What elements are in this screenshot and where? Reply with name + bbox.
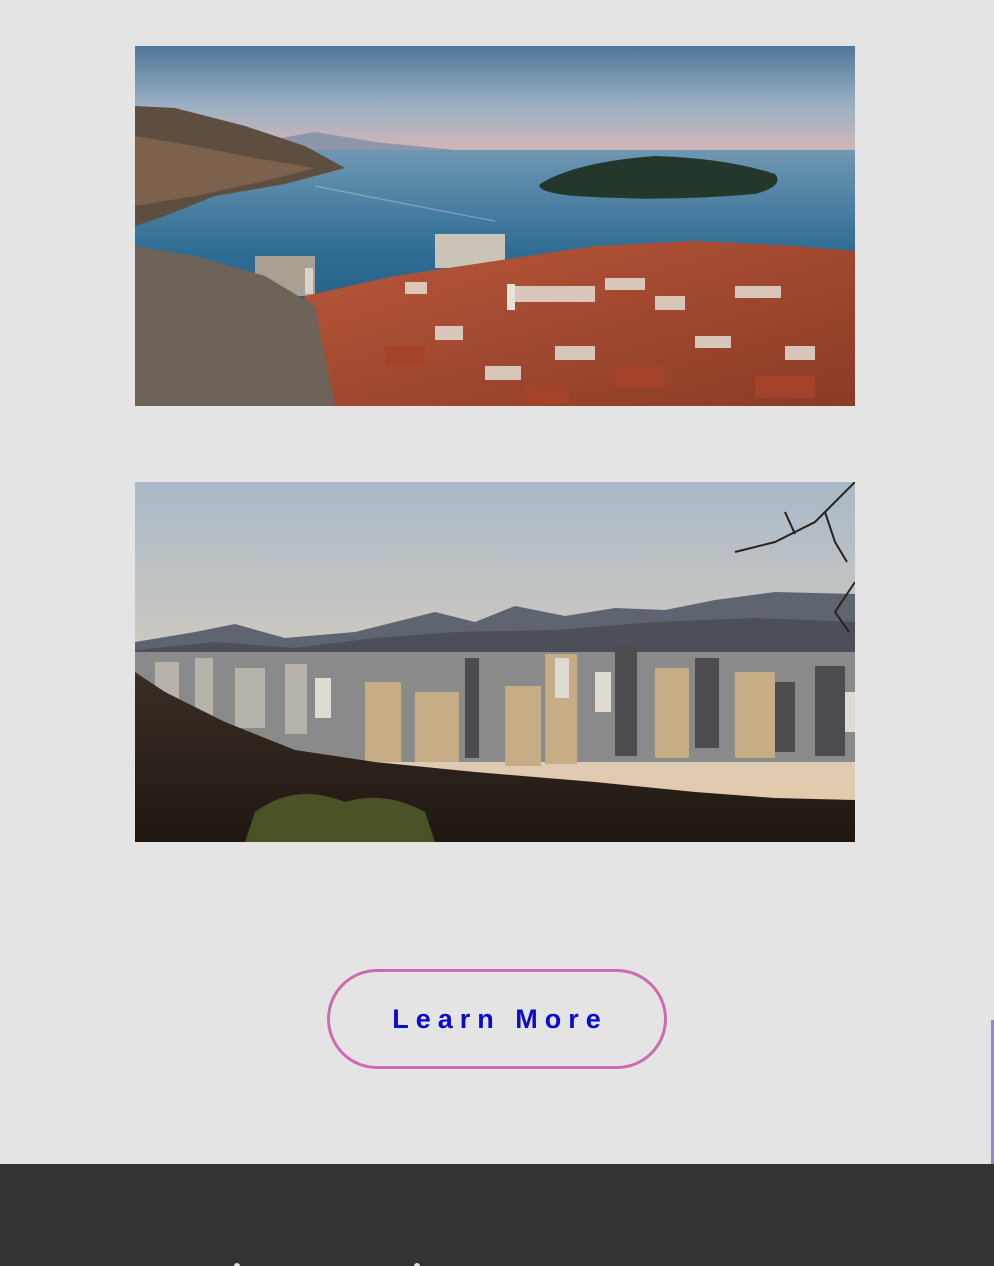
city-skyline-photo <box>135 482 855 842</box>
footer-edge <box>0 1262 994 1266</box>
learn-more-button[interactable]: Learn More <box>327 969 667 1069</box>
footer <box>0 1164 994 1266</box>
coastal-old-town-photo <box>135 46 855 406</box>
cta-container: Learn More <box>0 969 994 1069</box>
